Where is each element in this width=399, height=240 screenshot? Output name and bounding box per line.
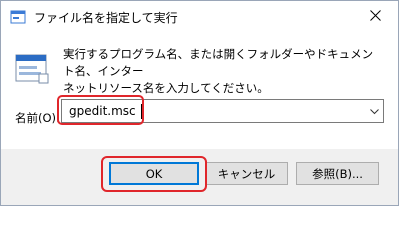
run-app-icon xyxy=(10,9,26,25)
highlight-command-input xyxy=(57,95,144,125)
highlight-ok-button xyxy=(101,156,207,192)
run-dialog-icon xyxy=(15,54,49,84)
cancel-button[interactable]: キャンセル xyxy=(205,162,288,185)
dropdown-button[interactable] xyxy=(365,100,383,122)
chevron-down-icon xyxy=(369,104,379,118)
browse-button[interactable]: 参照(B)... xyxy=(296,162,379,185)
cancel-button-label: キャンセル xyxy=(217,166,276,181)
open-label: 名前(O): xyxy=(15,111,60,125)
close-icon xyxy=(369,10,381,24)
instruction-line-1: 実行するプログラム名、または開くフォルダーやドキュメント名、インター xyxy=(63,47,374,78)
window-title: ファイル名を指定して実行 xyxy=(34,11,178,25)
run-dialog: ファイル名を指定して実行 実行するプログラム名、または開くフォルダーやドキュメン… xyxy=(0,0,399,206)
title-bar: ファイル名を指定して実行 xyxy=(1,1,398,33)
browse-button-label: 参照(B)... xyxy=(312,166,363,181)
instruction-text: 実行するプログラム名、または開くフォルダーやドキュメント名、インター ネットリソ… xyxy=(63,46,383,97)
close-button[interactable] xyxy=(352,1,398,33)
